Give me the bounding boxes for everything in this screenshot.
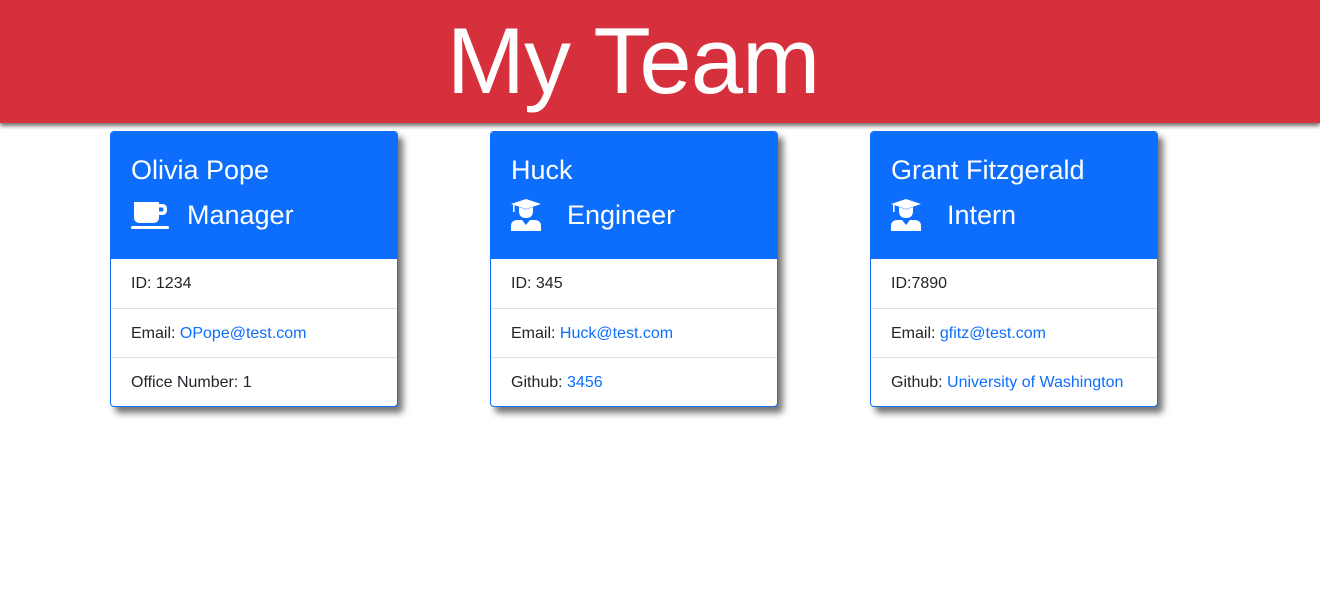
employee-role: Engineer (511, 199, 777, 231)
role-label: Intern (947, 200, 1017, 230)
employee-card-engineer: Huck Engineer ID: 345 Email: Huck@test.c… (490, 131, 778, 407)
employee-email: Email: gfitz@test.com (871, 308, 1157, 357)
mug-icon (131, 199, 171, 231)
id-text: ID:7890 (891, 275, 948, 292)
employee-email: Email: Huck@test.com (491, 308, 777, 357)
github-link[interactable]: University of Washington (947, 374, 1123, 391)
card-header: Huck Engineer (491, 132, 777, 259)
github-label: Github: (891, 374, 948, 391)
employee-name: Olivia Pope (131, 155, 270, 185)
card-header: Olivia Pope Manager (111, 132, 397, 259)
graduate-icon (511, 199, 551, 231)
employee-id: ID: 345 (491, 259, 777, 308)
email-label: Email: (891, 325, 940, 342)
employee-name: Huck (511, 155, 573, 185)
employee-name: Grant Fitzgerald (891, 155, 1085, 185)
page-header: My Team (0, 0, 1320, 123)
employee-email: Email: OPope@test.com (111, 308, 397, 357)
employee-role: Manager (131, 199, 397, 231)
email-label: Email: (511, 325, 560, 342)
office-number-text: Office Number: 1 (131, 374, 252, 391)
email-link[interactable]: OPope@test.com (180, 325, 307, 342)
email-link[interactable]: gfitz@test.com (940, 325, 1046, 342)
employee-office-number: Office Number: 1 (111, 357, 397, 406)
graduate-icon (891, 199, 931, 231)
employee-card-manager: Olivia Pope Manager ID: 1234 Email: OPop… (110, 131, 398, 407)
email-link[interactable]: Huck@test.com (560, 325, 673, 342)
id-text: ID: 345 (511, 275, 563, 292)
employee-role: Intern (891, 199, 1157, 231)
github-link[interactable]: 3456 (567, 374, 603, 391)
employee-card-intern: Grant Fitzgerald Intern ID:7890 Email: g… (870, 131, 1158, 407)
email-label: Email: (131, 325, 180, 342)
role-label: Engineer (567, 200, 676, 230)
employee-id: ID:7890 (871, 259, 1157, 308)
employee-school: Github: University of Washington (871, 357, 1157, 406)
github-label: Github: (511, 374, 568, 391)
role-label: Manager (187, 200, 294, 230)
employee-id: ID: 1234 (111, 259, 397, 308)
card-header: Grant Fitzgerald Intern (871, 132, 1157, 259)
id-text: ID: 1234 (131, 275, 192, 292)
page-title: My Team (446, 8, 821, 113)
employee-github: Github: 3456 (491, 357, 777, 406)
